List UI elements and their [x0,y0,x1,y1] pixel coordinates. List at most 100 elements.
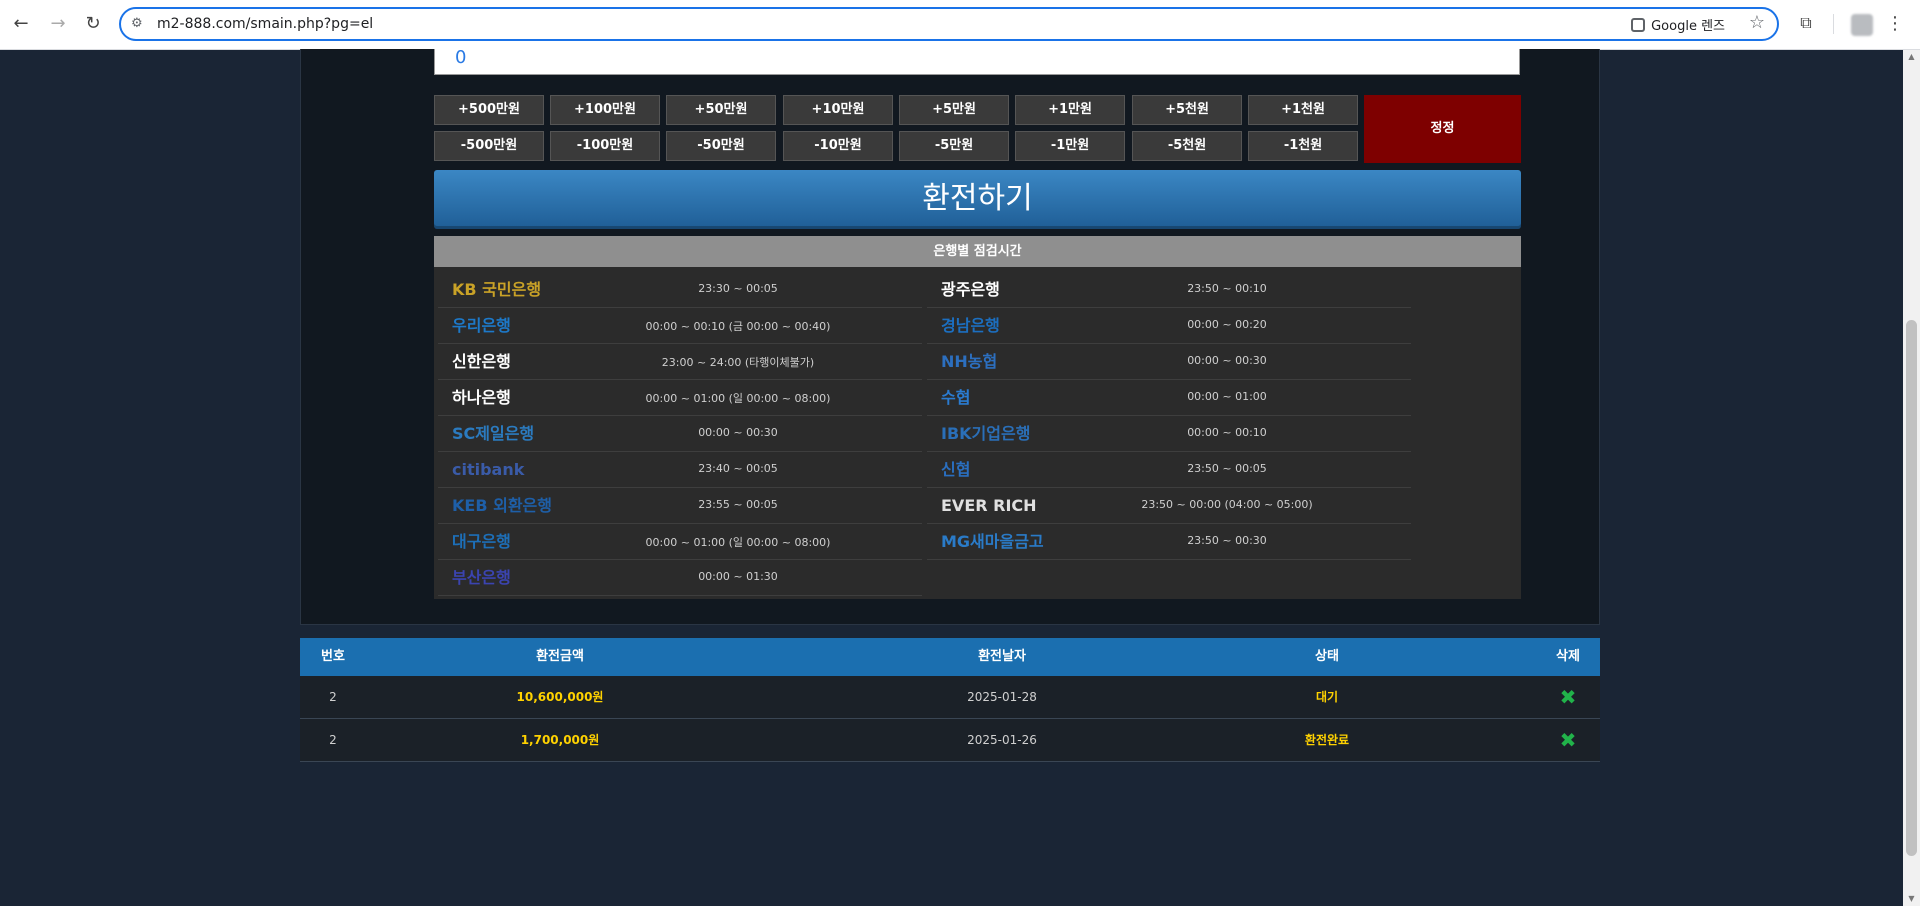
subtract-amount-button-4[interactable]: -5만원 [899,131,1009,161]
header-delete: 삭제 [1556,649,1580,664]
cell-no: 2 [329,690,337,704]
reload-icon[interactable]: ↻ [82,12,104,36]
address-bar[interactable]: ⚙ m2-888.com/smain.php?pg=el Google 렌즈 ☆ [119,7,1779,41]
add-amount-button-3[interactable]: +10만원 [783,95,893,125]
url-text[interactable]: m2-888.com/smain.php?pg=el [157,16,373,32]
bank-maintenance-time: 00:00 ~ 00:20 [1187,318,1267,331]
bank-row: SC제일은행 00:00 ~ 00:30 [438,417,922,452]
bank-logo: KB 국민은행 [452,280,542,299]
add-amount-button-4[interactable]: +5만원 [899,95,1009,125]
bank-maintenance-time: 23:00 ~ 24:00 (타행이체불가) [661,356,815,369]
avatar[interactable] [1851,14,1873,36]
subtract-amount-button-6[interactable]: -5천원 [1132,131,1242,161]
page-scrollbar[interactable]: ▲ ▼ [1903,50,1920,906]
subtract-amount-button-7[interactable]: -1천원 [1248,131,1358,161]
bank-logo: 부산은행 [452,568,511,587]
add-amount-button-0[interactable]: +500만원 [434,95,544,125]
add-amount-button-5[interactable]: +1만원 [1015,95,1125,125]
bank-logo: EVER RICH [941,496,1037,515]
bank-row: KEB 외환은행 23:55 ~ 00:05 [438,489,922,524]
bank-logo: 수협 [941,388,971,407]
site-settings-icon[interactable]: ⚙ [131,15,149,33]
subtract-amount-button-5[interactable]: -1만원 [1015,131,1125,161]
lens-label: Google 렌즈 [1651,19,1725,34]
bank-logo: 경남은행 [941,316,1000,335]
bank-row: KB 국민은행 23:30 ~ 00:05 [438,273,922,308]
bank-maintenance-time: 23:50 ~ 00:00 (04:00 ~ 05:00) [1141,498,1313,511]
amount-input[interactable]: 0 [434,47,1520,75]
bank-logo: 우리은행 [452,316,511,335]
bank-row: NH농협 00:00 ~ 00:30 [927,345,1411,380]
bank-row: 경남은행 00:00 ~ 00:20 [927,309,1411,344]
bank-logo: 광주은행 [941,280,1000,299]
bank-row: 부산은행 00:00 ~ 01:30 [438,561,922,596]
bank-maintenance-time: 00:00 ~ 01:00 (일 00:00 ~ 08:00) [645,392,831,405]
bank-logo: MG새마을금고 [941,532,1044,551]
bank-logo: IBK기업은행 [941,424,1031,443]
bank-maintenance-time: 00:00 ~ 01:00 (일 00:00 ~ 08:00) [645,536,831,549]
scroll-thumb[interactable] [1906,320,1917,856]
bank-maintenance-time: 23:30 ~ 00:05 [698,282,778,295]
bank-maintenance-time: 23:50 ~ 00:10 [1187,282,1267,295]
reset-button[interactable]: 정정 [1364,95,1521,163]
bank-maintenance-time: 00:00 ~ 01:00 [1187,390,1267,403]
header-amount: 환전금액 [536,649,584,664]
bank-maintenance-list: KB 국민은행 23:30 ~ 00:05 우리은행 00:00 ~ 00:10 (금… [434,267,1521,599]
table-header: 번호 환전금액 환전날자 상태 삭제 [300,638,1600,676]
menu-icon[interactable]: ⋮ [1886,12,1904,36]
table-row: 2 10,600,000원 2025-01-28 대기 ✖ [300,676,1600,719]
bank-row: 대구은행 00:00 ~ 01:00 (일 00:00 ~ 08:00) [438,525,922,560]
cell-amount: 1,700,000원 [520,733,600,747]
bank-row: 신협 23:50 ~ 00:05 [927,453,1411,488]
subtract-amount-button-3[interactable]: -10만원 [783,131,893,161]
extensions-icon[interactable]: ⧉ [1795,12,1817,34]
cell-date: 2025-01-26 [967,733,1037,747]
add-amount-button-7[interactable]: +1천원 [1248,95,1358,125]
bank-row: citibank 23:40 ~ 00:05 [438,453,922,488]
browser-toolbar: ← → ↻ ⚙ m2-888.com/smain.php?pg=el Googl… [0,0,1920,50]
maintenance-title: 은행별 점검시간 [434,236,1521,267]
add-amount-button-6[interactable]: +5천원 [1132,95,1242,125]
bank-maintenance-time: 00:00 ~ 00:10 [1187,426,1267,439]
bank-logo: 하나은행 [452,388,511,407]
back-icon[interactable]: ← [10,12,32,36]
bank-logo: 신한은행 [452,352,511,371]
bank-maintenance-time: 00:00 ~ 00:30 [698,426,778,439]
bank-row: IBK기업은행 00:00 ~ 00:10 [927,417,1411,452]
cell-amount: 10,600,000원 [516,690,604,704]
star-icon[interactable]: ☆ [1749,12,1765,33]
header-no: 번호 [321,649,345,664]
forward-icon[interactable]: → [47,12,69,36]
bank-row: 신한은행 23:00 ~ 24:00 (타행이체불가) [438,345,922,380]
google-lens-button[interactable]: Google 렌즈 [1631,15,1725,34]
bank-row: 우리은행 00:00 ~ 00:10 (금 00:00 ~ 00:40) [438,309,922,344]
toolbar-divider [1833,14,1834,34]
delete-cell: ✖ [1418,719,1718,762]
bank-logo: KEB 외환은행 [452,496,552,515]
add-amount-button-2[interactable]: +50만원 [666,95,776,125]
bank-logo: 대구은행 [452,532,511,551]
table-row: 2 1,700,000원 2025-01-26 환전완료 ✖ [300,719,1600,762]
amount-value: 0 [455,47,467,68]
cell-no: 2 [329,733,337,747]
bank-maintenance-time: 23:50 ~ 00:30 [1187,534,1267,547]
delete-icon[interactable]: ✖ [1560,685,1577,709]
subtract-amount-button-1[interactable]: -100만원 [550,131,660,161]
add-amount-button-1[interactable]: +100만원 [550,95,660,125]
bank-maintenance-time: 00:00 ~ 00:10 (금 00:00 ~ 00:40) [645,320,831,333]
delete-icon[interactable]: ✖ [1560,728,1577,752]
subtract-amount-button-2[interactable]: -50만원 [666,131,776,161]
header-date: 환전날자 [978,649,1026,664]
delete-cell: ✖ [1418,676,1718,719]
scroll-down-icon[interactable]: ▼ [1903,892,1920,906]
subtract-amount-button-0[interactable]: -500만원 [434,131,544,161]
bank-maintenance-time: 23:40 ~ 00:05 [698,462,778,475]
scroll-up-icon[interactable]: ▲ [1903,50,1920,64]
bank-row: 하나은행 00:00 ~ 01:00 (일 00:00 ~ 08:00) [438,381,922,416]
bank-logo: 신협 [941,460,971,479]
bank-row: EVER RICH 23:50 ~ 00:00 (04:00 ~ 05:00) [927,489,1411,524]
bank-row: 수협 00:00 ~ 01:00 [927,381,1411,416]
bank-maintenance-time: 00:00 ~ 01:30 [698,570,778,583]
exchange-submit-button[interactable]: 환전하기 [434,170,1521,229]
cell-date: 2025-01-28 [967,690,1037,704]
